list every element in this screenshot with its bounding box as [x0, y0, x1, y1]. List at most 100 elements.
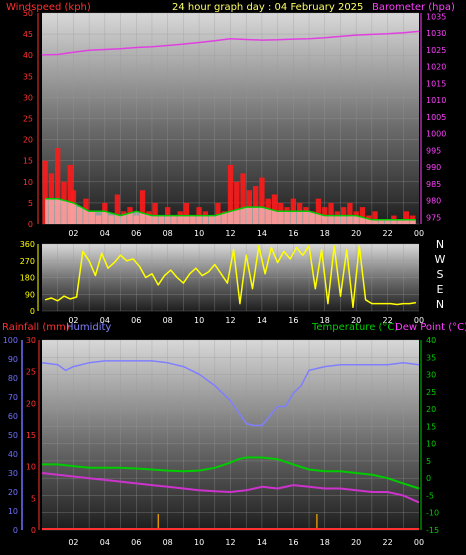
temperature-tick-label: 35	[426, 353, 436, 362]
humidity-tick-label: 80	[8, 374, 18, 383]
humidity-tick-label: 10	[8, 507, 18, 516]
time-tick-label: 02	[68, 538, 78, 547]
direction-tick-label: 90	[25, 290, 35, 299]
time-tick-label: 16	[288, 316, 298, 325]
rainfall-label: Rainfall (mm)	[2, 322, 70, 333]
humidity-tick-label: 20	[8, 488, 18, 497]
windspeed-tick-label: 10	[23, 178, 33, 187]
windspeed-tick-label: 50	[23, 9, 33, 18]
time-tick-label: 02	[68, 229, 78, 238]
barometer-tick-label: 1005	[426, 113, 446, 122]
windspeed-label: Windspeed (kph)	[6, 2, 91, 13]
wind-barometer-panel: 05101520253035404550 9759809859909951000…	[23, 9, 447, 238]
time-tick-label: 04	[100, 229, 110, 238]
barometer-tick-label: 990	[426, 163, 441, 172]
time-tick-label: 00	[414, 229, 424, 238]
barometer-tick-label: 1015	[426, 79, 446, 88]
temperature-tick-label: 10	[426, 440, 436, 449]
time-tick-label: 14	[257, 316, 267, 325]
temperature-tick-label: -15	[426, 526, 439, 535]
temperature-tick-label: 15	[426, 422, 436, 431]
compass-label: N	[436, 298, 444, 311]
wind-time-axis: 02 04 06 08 10 12 14 16 18 20 22 00	[68, 229, 424, 238]
windspeed-tick-label: 30	[23, 93, 33, 102]
direction-tick-label: 360	[20, 240, 35, 249]
time-tick-label: 08	[163, 229, 173, 238]
time-tick-label: 14	[257, 229, 267, 238]
rainfall-tick-label: 30	[26, 336, 36, 345]
temperature-tick-label: 40	[426, 336, 436, 345]
temperature-tick-label: 5	[426, 457, 431, 466]
compass-label: S	[437, 268, 444, 281]
humidity-tick-label: 40	[8, 450, 18, 459]
time-tick-label: 00	[414, 538, 424, 547]
chart-title: 24 hour graph day : 04 February 2025	[172, 2, 363, 13]
time-tick-label: 08	[163, 316, 173, 325]
time-tick-label: 04	[100, 538, 110, 547]
temp-time-axis: 02 04 06 08 10 12 14 16 18 20 22 00	[68, 538, 424, 547]
temperature-tick-label: -10	[426, 509, 439, 518]
time-tick-label: 12	[225, 229, 235, 238]
humidity-tick-label: 90	[8, 355, 18, 364]
barometer-tick-label: 1030	[426, 29, 446, 38]
time-tick-label: 20	[351, 538, 361, 547]
time-tick-label: 06	[131, 229, 141, 238]
time-tick-label: 12	[225, 538, 235, 547]
time-tick-label: 08	[163, 538, 173, 547]
humidity-label: Humidity	[66, 322, 111, 333]
time-tick-label: 22	[382, 538, 392, 547]
temperature-tick-label: 0	[426, 474, 431, 483]
humidity-tick-label: 60	[8, 412, 18, 421]
windspeed-tick-label: 5	[28, 199, 33, 208]
time-tick-label: 22	[382, 229, 392, 238]
time-tick-label: 20	[351, 229, 361, 238]
humidity-tick-label: 50	[8, 431, 18, 440]
compass-label: E	[437, 283, 444, 296]
direction-tick-label: 180	[20, 274, 35, 283]
humidity-tick-label: 70	[8, 393, 18, 402]
time-tick-label: 10	[194, 229, 204, 238]
windspeed-tick-label: 40	[23, 51, 33, 60]
barometer-tick-label: 985	[426, 180, 441, 189]
temp-humidity-panel: 0 10 20 30 40 50 60 70 80 90 100 0 5 10 15 20 25 30 -15 -…	[3, 336, 439, 547]
temperature-axis: -15 -10 -5 0 5 10 15 20 25 30 35 40	[420, 336, 439, 535]
rainfall-tick-label: 5	[31, 494, 36, 503]
time-tick-label: 14	[257, 538, 267, 547]
time-tick-label: 18	[320, 538, 330, 547]
humidity-tick-label: 0	[13, 526, 18, 535]
barometer-tick-label: 1025	[426, 46, 446, 55]
time-tick-label: 06	[131, 538, 141, 547]
barometer-tick-label: 1020	[426, 63, 446, 72]
compass-label: W	[435, 253, 446, 266]
barometer-axis: 975 980 985 990 995 1000 1005 1010 1015 1020 1025 1…	[420, 12, 446, 224]
barometer-tick-label: 1000	[426, 130, 446, 139]
humidity-tick-label: 30	[8, 469, 18, 478]
windspeed-axis: 0 5 10 15 20 25 30 35 40 45 50	[23, 9, 39, 229]
rainfall-axis: 0 5 10 15 20 25 30	[26, 336, 40, 535]
time-tick-label: 16	[288, 229, 298, 238]
time-tick-label: 10	[194, 538, 204, 547]
wind-direction-panel: 090180270360 NWSEN 02 04 06 08 10 12 14 16 18 20 2…	[20, 238, 446, 325]
time-tick-label: 18	[320, 229, 330, 238]
time-tick-label: 10	[194, 316, 204, 325]
temperature-tick-label: 30	[426, 371, 436, 380]
rainfall-tick-label: 15	[26, 431, 36, 440]
compass-labels: NWSEN	[435, 238, 446, 311]
barometer-tick-label: 975	[426, 213, 441, 222]
time-tick-label: 12	[225, 316, 235, 325]
windspeed-tick-label: 15	[23, 157, 33, 166]
barometer-label: Barometer (hpa)	[372, 2, 455, 13]
windspeed-tick-label: 0	[28, 220, 33, 229]
temperature-tick-label: 20	[426, 405, 436, 414]
rainfall-tick-label: 10	[26, 463, 36, 472]
humidity-tick-label: 100	[3, 336, 18, 345]
windspeed-tick-label: 25	[23, 115, 33, 124]
barometer-tick-label: 1035	[426, 12, 446, 21]
windspeed-tick-label: 45	[23, 30, 33, 39]
time-tick-label: 16	[288, 538, 298, 547]
weather-chart: Windspeed (kph) 24 hour graph day : 04 F…	[2, 2, 466, 547]
direction-tick-label: 0	[30, 307, 35, 316]
windspeed-tick-label: 20	[23, 136, 33, 145]
rainfall-tick-label: 25	[26, 368, 36, 377]
compass-label: N	[436, 238, 444, 251]
